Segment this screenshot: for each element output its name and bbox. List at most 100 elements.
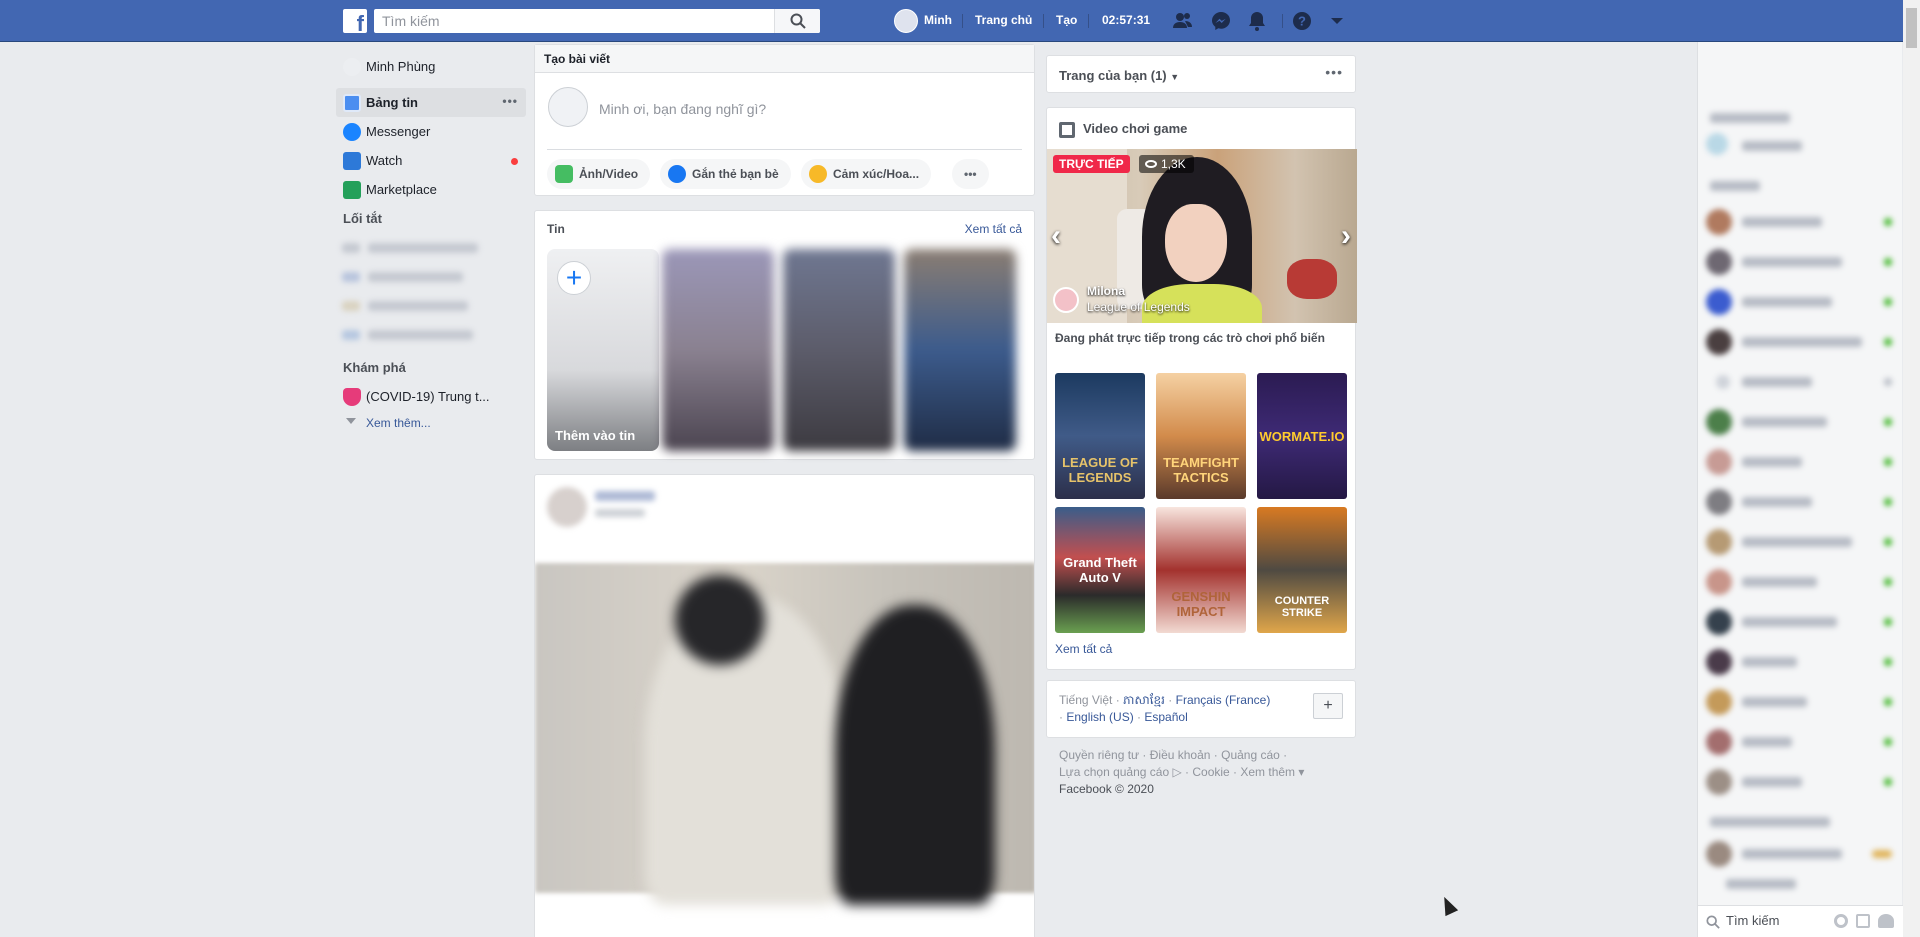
search-input[interactable] <box>374 9 774 33</box>
messenger-icon[interactable] <box>1210 10 1232 32</box>
settings-gear-icon[interactable] <box>1834 914 1848 928</box>
create-link[interactable]: Tạo <box>1056 13 1077 27</box>
chat-contact[interactable] <box>1706 446 1896 478</box>
account-menu-chevron-icon[interactable] <box>1326 10 1348 32</box>
add-to-story-card[interactable]: + Thêm vào tin <box>547 249 659 451</box>
profile-link[interactable]: Minh <box>924 13 952 27</box>
photo-icon <box>555 165 573 183</box>
home-link[interactable]: Trang chủ <box>975 13 1032 27</box>
sidebar-more-icon[interactable]: ••• <box>502 94 518 108</box>
notifications-bell-icon[interactable] <box>1246 10 1268 32</box>
game-tile-league-of-legends[interactable]: LEAGUE OF LEGENDS <box>1055 373 1145 499</box>
chevron-down-icon: ▼ <box>1170 72 1180 82</box>
composer-more-button[interactable]: ••• <box>952 159 989 189</box>
footer-line[interactable]: Quyền riêng tư · Điều khoản · Quảng cáo … <box>1059 747 1349 764</box>
covid-shield-icon <box>343 388 361 406</box>
chat-contact[interactable] <box>1706 566 1896 598</box>
chat-contact[interactable] <box>1706 326 1896 358</box>
language-link[interactable]: Français (France) <box>1176 693 1271 707</box>
story-card[interactable] <box>904 249 1016 451</box>
new-group-icon[interactable] <box>1878 914 1894 928</box>
streamer-avatar[interactable] <box>1053 287 1079 313</box>
see-more-link[interactable]: Xem thêm... <box>336 411 526 435</box>
sidebar-item-marketplace[interactable]: Marketplace <box>336 175 526 204</box>
sidebar-item-news-feed[interactable]: Bảng tin ••• <box>336 88 526 117</box>
chat-contact[interactable] <box>1706 766 1896 798</box>
chat-contact[interactable] <box>1706 130 1896 162</box>
story-card[interactable] <box>662 249 774 451</box>
profile-avatar[interactable] <box>894 9 918 33</box>
carousel-next-icon[interactable]: › <box>1341 219 1351 253</box>
language-link[interactable]: Español <box>1144 710 1187 724</box>
help-icon[interactable]: ? <box>1291 10 1313 32</box>
marketplace-icon <box>343 181 361 199</box>
shortcut-item[interactable] <box>338 233 526 262</box>
chat-contact[interactable] <box>1706 286 1896 318</box>
live-stream-preview[interactable]: TRỰC TIẾP 1,3K ‹ › Milona League of Lege… <box>1047 149 1357 323</box>
new-message-icon[interactable] <box>1856 914 1870 928</box>
feeling-activity-button[interactable]: Cảm xúc/Hoa... <box>801 159 932 189</box>
profile-shortcut-label: Minh Phùng <box>366 59 436 74</box>
chat-contact[interactable] <box>1706 206 1896 238</box>
add-language-button[interactable]: + <box>1313 693 1343 719</box>
post-author-avatar[interactable] <box>547 487 587 527</box>
profile-shortcut[interactable]: Minh Phùng <box>336 52 526 81</box>
chat-contact[interactable] <box>1706 246 1896 278</box>
language-link[interactable]: English (US) <box>1066 710 1133 724</box>
game-tile-teamfight-tactics[interactable]: TEAMFIGHT TACTICS <box>1156 373 1246 499</box>
game-tile-genshin-impact[interactable]: GENSHIN IMPACT <box>1156 507 1246 633</box>
streamer-name[interactable]: Milona <box>1087 284 1125 298</box>
chat-group[interactable] <box>1706 838 1896 870</box>
game-tile-wormate[interactable]: WORMATE.IO <box>1257 373 1347 499</box>
stories-card: Tin Xem tất cả + Thêm vào tin <box>534 210 1035 460</box>
shortcut-item[interactable] <box>338 320 526 349</box>
shortcut-item[interactable] <box>338 262 526 291</box>
chat-contact[interactable] <box>1706 526 1896 558</box>
footer-line[interactable]: Lựa chọn quảng cáo ▷ · Cookie · Xem thêm… <box>1059 764 1349 781</box>
current-language: Tiếng Việt <box>1059 693 1113 707</box>
nav-divider <box>962 14 963 28</box>
games-see-all-link[interactable]: Xem tất cả <box>1055 642 1112 656</box>
chat-group[interactable] <box>1706 868 1896 900</box>
sidebar-item-messenger[interactable]: Messenger <box>336 117 526 146</box>
search-icon <box>1706 915 1720 929</box>
story-card[interactable] <box>783 249 895 451</box>
stories-title: Tin <box>547 222 565 236</box>
post-author-name[interactable] <box>595 491 655 501</box>
friend-requests-icon[interactable] <box>1172 10 1194 32</box>
your-pages-card: Trang của bạn (1) ▼ ••• <box>1046 55 1356 93</box>
carousel-prev-icon[interactable]: ‹ <box>1051 219 1061 253</box>
stories-see-all-link[interactable]: Xem tất cả <box>965 222 1022 236</box>
explore-heading: Khám phá <box>343 360 406 375</box>
chat-contact[interactable] <box>1706 726 1896 758</box>
sidebar-item-label: Messenger <box>366 124 431 139</box>
game-tile-gta-v[interactable]: Grand Theft Auto V <box>1055 507 1145 633</box>
chat-contact[interactable] <box>1706 606 1896 638</box>
your-pages-title[interactable]: Trang của bạn (1) ▼ <box>1059 68 1179 83</box>
chat-contact[interactable] <box>1706 686 1896 718</box>
chat-contact[interactable] <box>1706 366 1896 398</box>
search-button[interactable] <box>774 9 820 33</box>
chat-search-input[interactable] <box>1726 913 1826 928</box>
chat-contact[interactable] <box>1706 486 1896 518</box>
scrollbar-thumb[interactable] <box>1906 8 1917 48</box>
sidebar-item-covid-center[interactable]: (COVID-19) Trung t... <box>336 382 526 411</box>
tag-friends-button[interactable]: Gắn thẻ bạn bè <box>660 159 791 189</box>
gaming-icon <box>1059 122 1075 138</box>
game-tile-label: COUNTER STRIKE <box>1274 595 1330 619</box>
composer-input[interactable]: Minh ơi, bạn đang nghĩ gì? <box>599 101 766 117</box>
game-tile-counter-strike[interactable]: COUNTER STRIKE <box>1257 507 1347 633</box>
viewer-count: 1,3K <box>1139 155 1194 173</box>
chat-contact[interactable] <box>1706 646 1896 678</box>
language-link[interactable]: ភាសាខ្មែរ <box>1123 693 1165 707</box>
chat-contact[interactable] <box>1706 406 1896 438</box>
chat-section-heading <box>1706 170 1896 202</box>
page-scrollbar[interactable] <box>1903 0 1920 937</box>
facebook-logo[interactable]: f <box>343 9 367 33</box>
sidebar-item-watch[interactable]: Watch <box>336 146 526 175</box>
your-pages-more-icon[interactable]: ••• <box>1325 64 1343 80</box>
add-story-plus-icon: + <box>557 261 591 295</box>
shortcut-item[interactable] <box>338 291 526 320</box>
game-tile-label: WORMATE.IO <box>1259 428 1345 444</box>
photo-video-button[interactable]: Ảnh/Video <box>547 159 651 189</box>
